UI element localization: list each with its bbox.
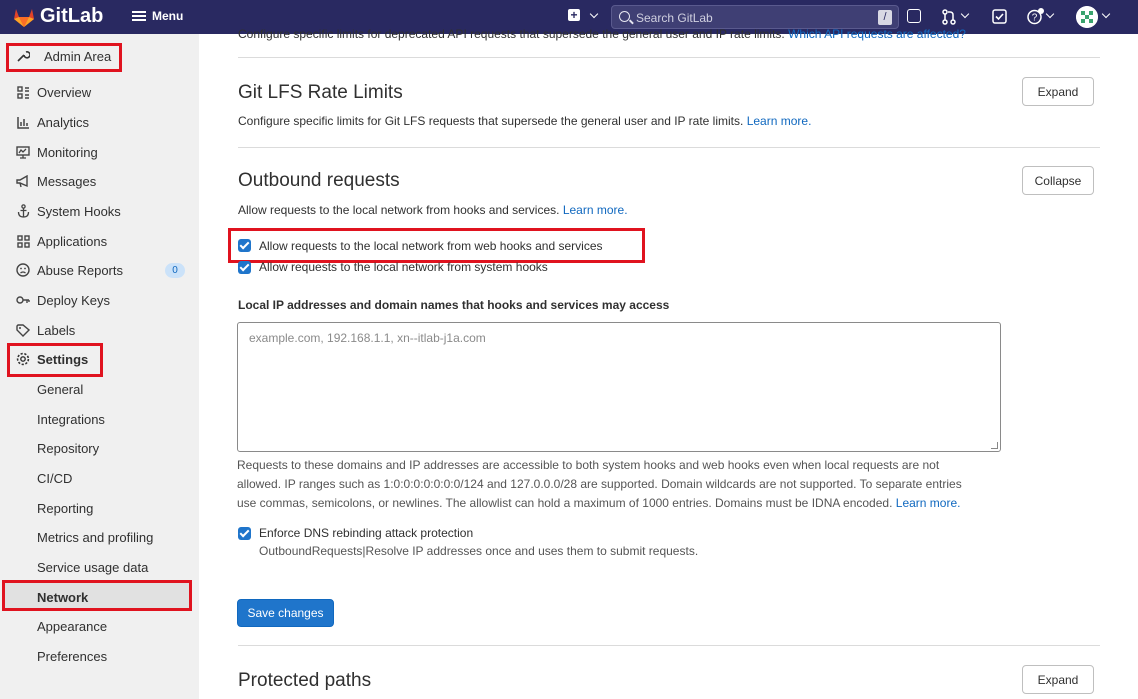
allowlist-textarea[interactable]: example.com, 192.168.1.1, xn--itlab-j1a.… [237, 322, 1001, 452]
save-changes-button[interactable]: Save changes [237, 599, 334, 627]
highlight-box [228, 228, 645, 263]
sidebar-item-label: Analytics [37, 114, 90, 130]
issues-icon[interactable] [907, 9, 921, 23]
sidebar-item-analytics[interactable]: Analytics [0, 110, 199, 134]
sidebar-item-messages[interactable]: Messages [0, 169, 199, 193]
search-input[interactable]: Search GitLab / [611, 5, 899, 29]
anchor-icon [16, 204, 30, 218]
divider [238, 57, 1100, 58]
abuse-icon [16, 263, 30, 277]
sidebar-item-deploy-keys[interactable]: Deploy Keys [0, 288, 199, 312]
api-requests-link[interactable]: Which API requests are affected? [788, 27, 966, 41]
lfs-learn-more-link[interactable]: Learn more. [747, 114, 812, 128]
todo-icon[interactable] [992, 9, 1007, 24]
divider [238, 147, 1100, 148]
overview-icon [16, 85, 30, 99]
brand-name[interactable]: GitLab [40, 5, 103, 28]
search-icon [619, 11, 630, 22]
help-icon[interactable]: ? [1027, 8, 1044, 25]
dns-rebinding-help: OutboundRequests|Resolve IP addresses on… [259, 544, 699, 558]
outbound-learn-more-link[interactable]: Learn more. [563, 203, 628, 217]
highlight-box [6, 43, 122, 72]
settings-sub-service-usage[interactable]: Service usage data [37, 560, 148, 575]
sidebar-item-labels[interactable]: Labels [0, 318, 199, 342]
main-content: Configure specific limits for deprecated… [199, 27, 1138, 699]
help-line: use commas, semicolons, or newlines. The… [237, 496, 893, 510]
settings-sub-reporting[interactable]: Reporting [37, 501, 93, 516]
help-line-last: use commas, semicolons, or newlines. The… [237, 494, 997, 513]
settings-sub-integrations[interactable]: Integrations [37, 412, 105, 427]
help-line: allowed. IP ranges such as 1:0:0:0:0:0:0… [237, 477, 962, 491]
sidebar-item-label: Abuse Reports [37, 262, 123, 278]
allowlist-help-text: Requests to these domains and IP address… [237, 456, 997, 513]
abuse-count-badge: 0 [165, 263, 185, 278]
monitoring-icon [16, 145, 30, 159]
settings-sub-cicd[interactable]: CI/CD [37, 471, 72, 486]
sidebar-item-label: System Hooks [37, 203, 121, 219]
protected-paths-title: Protected paths [238, 670, 372, 691]
sidebar-item-label: Applications [37, 233, 108, 249]
svg-text:?: ? [1032, 13, 1038, 24]
sidebar-item-label: Overview [37, 84, 92, 100]
label-icon [16, 323, 30, 337]
settings-sub-metrics[interactable]: Metrics and profiling [37, 530, 153, 545]
settings-sub-general[interactable]: General [37, 382, 83, 397]
lfs-expand-button[interactable]: Expand [1022, 77, 1094, 106]
allowlist-field-label: Local IP addresses and domain names that… [238, 298, 670, 312]
dns-rebinding-checkbox[interactable] [238, 527, 251, 540]
divider [238, 645, 1100, 646]
allowlist-placeholder: example.com, 192.168.1.1, xn--itlab-j1a.… [249, 331, 486, 345]
search-placeholder: Search GitLab [636, 11, 713, 25]
chevron-down-icon[interactable] [960, 9, 970, 19]
outbound-desc-text: Allow requests to the local network from… [238, 203, 560, 217]
lfs-desc-text: Configure specific limits for Git LFS re… [238, 114, 744, 128]
lfs-section-title: Git LFS Rate Limits [238, 82, 403, 103]
sidebar-item-label: Messages [37, 173, 97, 189]
idna-learn-more-link[interactable]: Learn more. [896, 496, 961, 510]
sidebar-item-system-hooks[interactable]: System Hooks [0, 199, 199, 223]
truncated-text: Configure specific limits for deprecated… [238, 27, 785, 41]
hamburger-icon [132, 11, 146, 21]
resize-handle-icon[interactable] [991, 442, 998, 449]
megaphone-icon [16, 174, 30, 188]
chevron-down-icon[interactable] [589, 9, 599, 19]
truncated-section-description: Configure specific limits for deprecated… [238, 27, 966, 41]
chevron-down-icon[interactable] [1101, 9, 1111, 19]
sidebar-item-label: Labels [37, 322, 76, 338]
admin-sidebar: Admin Area Overview Analytics Monitoring… [0, 34, 199, 699]
sidebar-item-overview[interactable]: Overview [0, 80, 199, 104]
gitlab-logo-icon[interactable] [12, 6, 36, 28]
sidebar-item-applications[interactable]: Applications [0, 229, 199, 253]
menu-button[interactable]: Menu [132, 9, 183, 23]
protected-paths-expand-button[interactable]: Expand [1022, 665, 1094, 694]
dns-rebinding-label[interactable]: Enforce DNS rebinding attack protection [259, 526, 473, 540]
settings-sub-preferences[interactable]: Preferences [37, 649, 107, 664]
highlight-box [7, 343, 103, 377]
avatar[interactable] [1076, 6, 1098, 28]
chevron-down-icon[interactable] [1045, 9, 1055, 19]
outbound-section-title: Outbound requests [238, 170, 400, 191]
help-line: Requests to these domains and IP address… [237, 458, 940, 472]
outbound-section-description: Allow requests to the local network from… [238, 203, 628, 217]
settings-sub-repository[interactable]: Repository [37, 441, 99, 456]
allow-system-hooks-label[interactable]: Allow requests to the local network from… [259, 260, 548, 274]
sidebar-item-label: Monitoring [37, 144, 98, 160]
sidebar-item-label: Deploy Keys [37, 292, 110, 308]
highlight-box [2, 580, 192, 611]
search-shortcut-key: / [878, 10, 892, 25]
outbound-collapse-button[interactable]: Collapse [1022, 166, 1094, 195]
merge-request-icon[interactable] [942, 9, 956, 25]
analytics-icon [16, 115, 30, 129]
create-new-icon[interactable]: + [568, 9, 580, 21]
settings-sub-appearance[interactable]: Appearance [37, 619, 107, 634]
allow-system-hooks-checkbox[interactable] [238, 261, 251, 274]
key-icon [16, 293, 30, 307]
sidebar-item-monitoring[interactable]: Monitoring [0, 140, 199, 164]
menu-label: Menu [152, 9, 184, 23]
lfs-section-description: Configure specific limits for Git LFS re… [238, 114, 811, 128]
applications-icon [16, 234, 30, 248]
